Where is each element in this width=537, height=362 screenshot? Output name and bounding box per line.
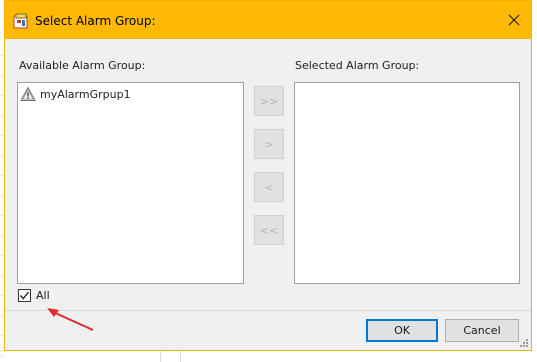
available-alarm-group-label: Available Alarm Group: — [19, 59, 146, 72]
dialog-title: Select Alarm Group: — [35, 14, 156, 28]
all-checkbox-label: All — [36, 289, 50, 302]
title-bar[interactable]: Select Alarm Group: — [5, 1, 531, 39]
remove-all-button[interactable]: << — [254, 215, 284, 245]
close-icon — [508, 14, 520, 26]
cancel-button[interactable]: Cancel — [445, 319, 519, 342]
resize-grip-icon[interactable] — [519, 338, 529, 348]
checkmark-icon — [19, 291, 30, 300]
ok-button[interactable]: OK — [366, 319, 438, 342]
selected-alarm-group-list[interactable] — [294, 82, 520, 284]
selected-alarm-group-label: Selected Alarm Group: — [295, 59, 420, 72]
list-item-label: myAlarmGrpup1 — [40, 87, 131, 101]
add-button[interactable]: > — [254, 129, 284, 159]
dialog-app-icon — [13, 13, 28, 29]
close-button[interactable] — [501, 7, 527, 33]
remove-button[interactable]: < — [254, 172, 284, 202]
select-alarm-group-dialog: Select Alarm Group: Available Alarm Grou… — [4, 0, 532, 351]
all-checkbox[interactable] — [18, 289, 31, 302]
list-item[interactable]: myAlarmGrpup1 — [20, 85, 131, 103]
all-checkbox-row[interactable]: All — [18, 289, 50, 302]
annotation-arrow-icon — [47, 308, 94, 331]
add-all-button[interactable]: >> — [254, 86, 284, 116]
alarm-group-icon — [20, 86, 36, 101]
available-alarm-group-list[interactable]: myAlarmGrpup1 — [17, 82, 244, 284]
